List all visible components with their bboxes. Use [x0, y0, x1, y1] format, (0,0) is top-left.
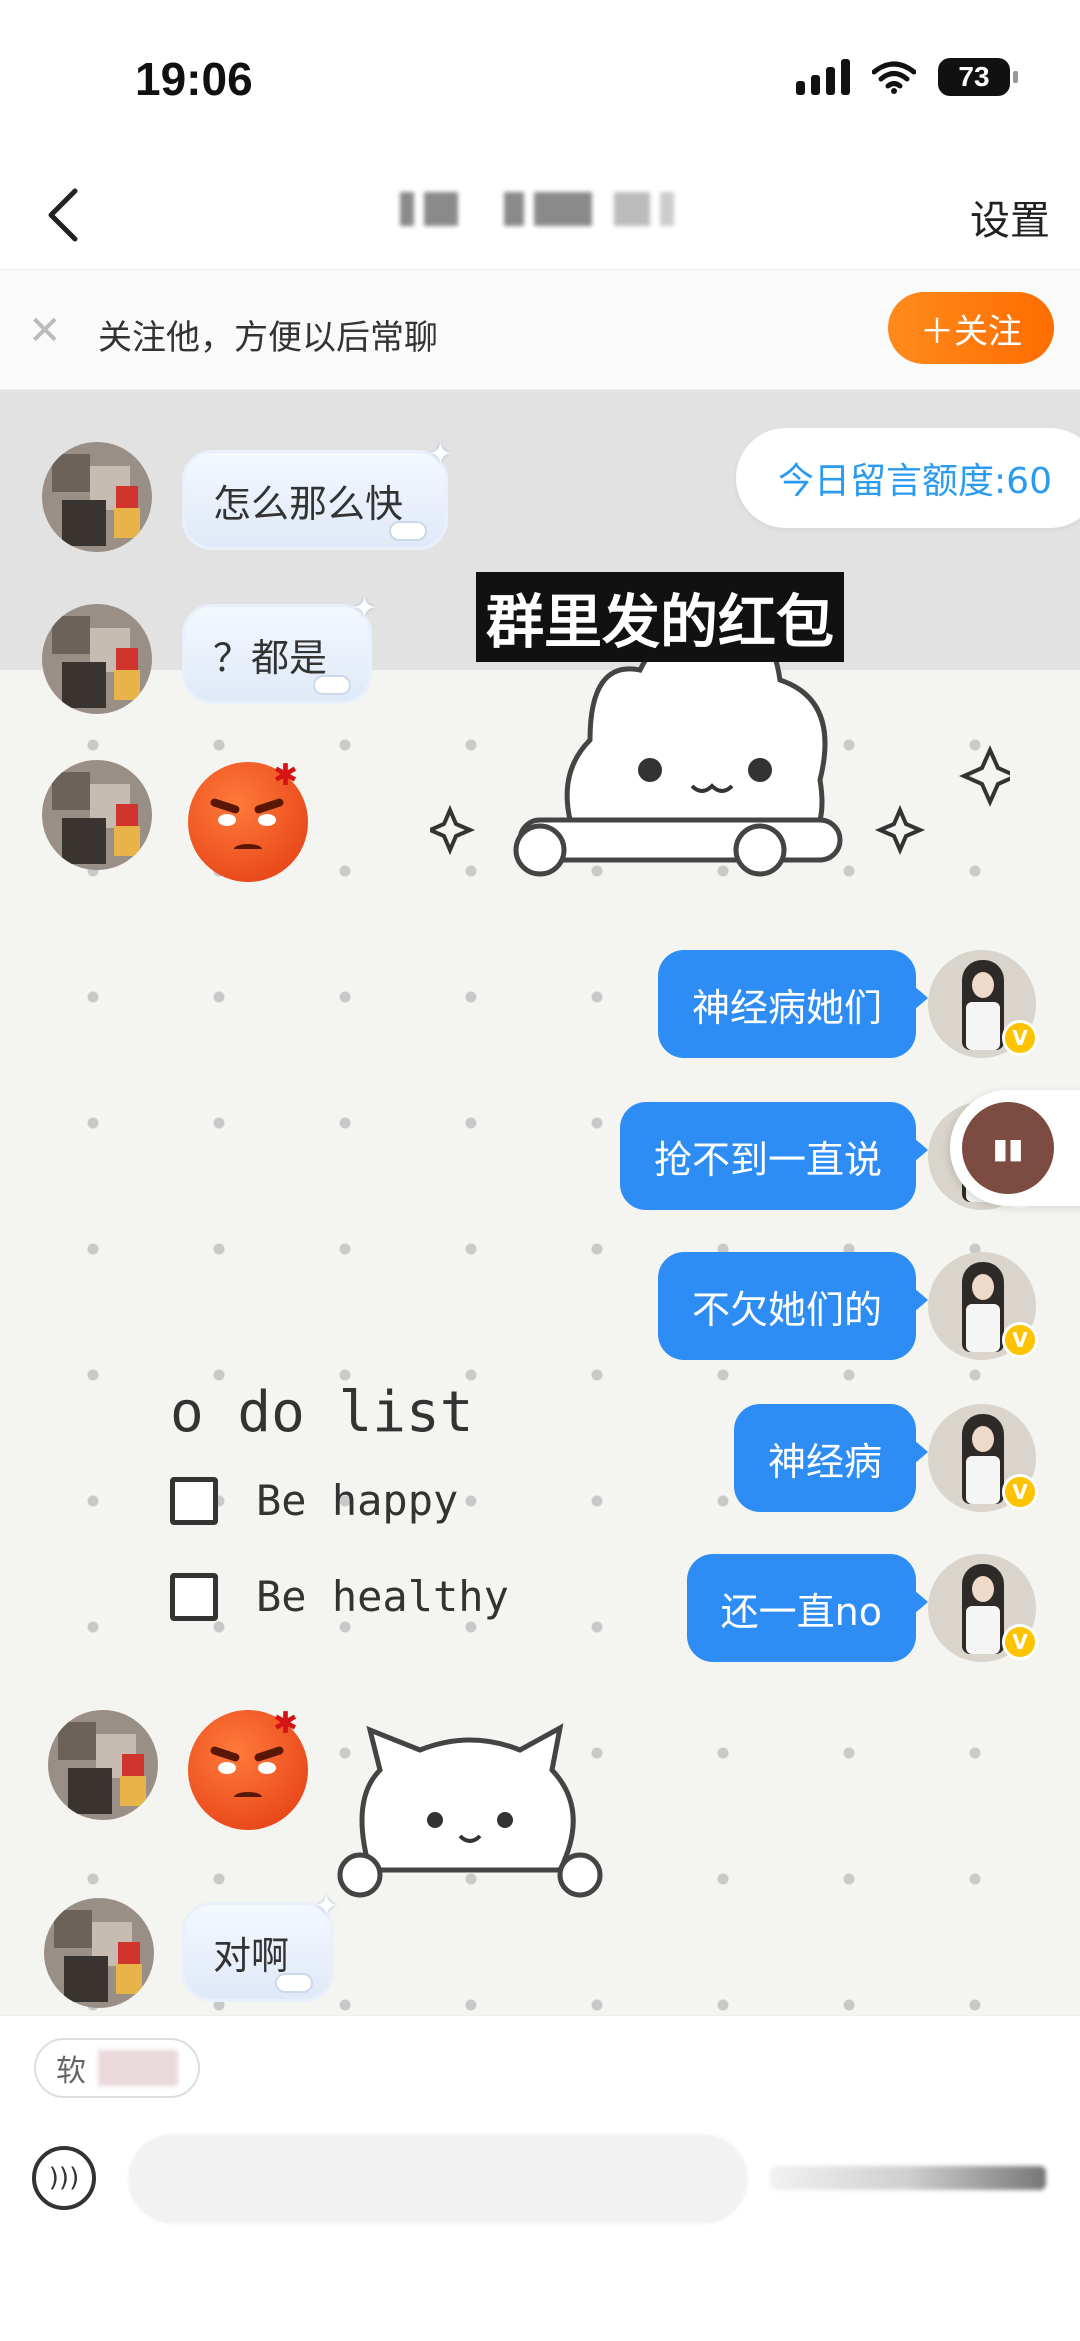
chat-messages[interactable]: 今日留言额度:60 怎么那么快 ✦ ？都是 ✦ ✱ 群里发的红包 神经病她们 V… — [0, 390, 1080, 2015]
back-button[interactable] — [28, 180, 98, 250]
caption-overlay: 群里发的红包 — [476, 572, 845, 662]
signal-icon — [796, 59, 850, 95]
my-avatar[interactable]: V — [928, 1252, 1038, 1360]
follow-hint-text: 关注他，方便以后常聊 — [98, 318, 438, 358]
chat-header: 设置 — [0, 160, 1080, 270]
input-actions-blurred[interactable] — [770, 2166, 1046, 2190]
sparkle-icon: ✦ — [427, 437, 454, 472]
voice-input-button[interactable]: ))) — [32, 2146, 96, 2210]
input-area: 软 ))) — [0, 2015, 1080, 2341]
avatar[interactable] — [44, 1898, 154, 2008]
anger-vein-icon: ✱ — [272, 1706, 298, 1741]
checkbox-icon — [170, 1572, 218, 1621]
checkbox-icon — [170, 1476, 218, 1525]
status-bar: 19:06 73 — [0, 0, 1080, 160]
avatar[interactable] — [42, 760, 152, 870]
avatar[interactable] — [42, 604, 152, 714]
settings-button[interactable]: 设置 — [970, 188, 1050, 246]
angry-face-sticker[interactable]: ✱ — [188, 758, 308, 882]
message-bubble[interactable]: ？都是 ✦ — [182, 591, 377, 704]
my-avatar[interactable]: V — [928, 1404, 1038, 1512]
avatar[interactable] — [48, 1710, 158, 1820]
close-icon[interactable]: ✕ — [28, 308, 62, 354]
todo-item: Be healthy — [170, 1572, 509, 1621]
angry-face-sticker[interactable]: ✱ — [188, 1706, 308, 1830]
follow-banner: ✕ 关注他，方便以后常聊 ＋关注 — [0, 270, 1080, 390]
verified-badge-icon: V — [1002, 1322, 1038, 1358]
message-text: 神经病她们 — [691, 985, 882, 1030]
message-text: 不欠她们的 — [691, 1287, 882, 1332]
chevron-left-icon — [48, 188, 78, 242]
message-text: 神经病 — [767, 1439, 882, 1484]
message-bubble-sent[interactable]: 不欠她们的 — [657, 1252, 929, 1360]
message-bubble-sent[interactable]: 还一直no — [686, 1554, 929, 1662]
verified-badge-icon: V — [1002, 1020, 1038, 1056]
chip-blurred-text — [98, 2050, 178, 2086]
todo-item: Be happy — [170, 1476, 458, 1525]
sparkle-icon: ✦ — [313, 1889, 340, 1924]
battery-indicator: 73 — [938, 58, 1018, 96]
message-input[interactable] — [128, 2134, 748, 2224]
follow-button[interactable]: ＋关注 — [888, 292, 1054, 364]
message-text: 怎么那么快 — [213, 481, 404, 526]
status-time: 19:06 — [135, 53, 253, 105]
contact-name-blurred — [400, 192, 674, 226]
daily-quota-badge: 今日留言额度:60 — [736, 428, 1080, 528]
bubble-decoration — [275, 1973, 314, 1993]
verified-badge-icon: V — [1002, 1474, 1038, 1510]
my-avatar[interactable]: V — [928, 1554, 1038, 1662]
message-text: 抢不到一直说 — [653, 1137, 882, 1182]
sparkle-icon: ✦ — [351, 591, 378, 626]
my-avatar[interactable]: V — [928, 950, 1038, 1058]
message-text: 对啊 — [213, 1933, 290, 1978]
message-bubble[interactable]: 对啊 ✦ — [182, 1889, 339, 2002]
sound-wave-icon: ))) — [48, 2163, 80, 2193]
avatar[interactable] — [42, 442, 152, 552]
message-bubble-sent[interactable]: 抢不到一直说 — [619, 1102, 929, 1210]
message-text: ？都是 — [213, 635, 328, 680]
status-icons: 73 — [796, 58, 1018, 96]
verified-badge-icon: V — [1002, 1624, 1038, 1660]
message-text: 还一直no — [720, 1589, 882, 1634]
quick-reply-chip[interactable]: 软 — [34, 2038, 200, 2098]
wifi-icon — [872, 61, 916, 94]
todo-title: o do list — [170, 1380, 474, 1445]
audio-bars-icon: ▮▮ — [962, 1102, 1054, 1194]
anger-vein-icon: ✱ — [272, 758, 298, 793]
message-bubble[interactable]: 怎么那么快 ✦ — [182, 437, 453, 550]
message-bubble-sent[interactable]: 神经病 — [733, 1404, 929, 1512]
bubble-decoration — [313, 675, 352, 695]
floating-voice-room[interactable]: ▮▮ — [950, 1090, 1080, 1206]
bubble-decoration — [389, 521, 428, 541]
message-bubble-sent[interactable]: 神经病她们 — [657, 950, 929, 1058]
cat-doodle-illustration-small — [337, 1723, 603, 1898]
